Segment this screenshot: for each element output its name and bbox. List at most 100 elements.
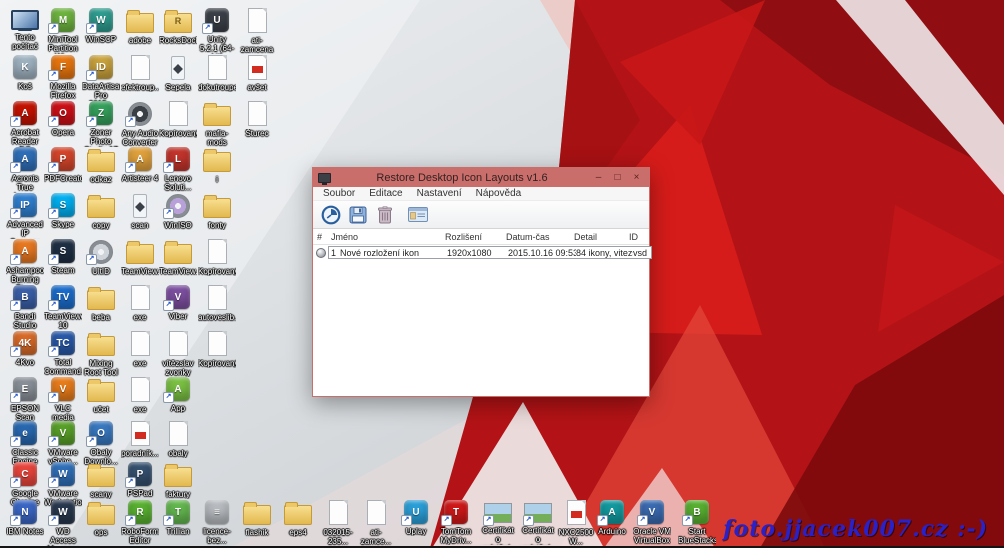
titlebar[interactable]: Restore Desktop Icon Layouts v1.6 – □ × bbox=[313, 168, 649, 187]
menu-soubor[interactable]: Soubor bbox=[316, 188, 362, 200]
desktop-icon-winiso[interactable]: ↗WinISO bbox=[159, 193, 197, 230]
desktop-icon-kopi-rovany[interactable]: Kopírovaný... bbox=[159, 101, 197, 138]
desktop-icon-skype[interactable]: S↗Skype bbox=[44, 193, 82, 229]
desktop-icon-ultid[interactable]: ↗UltID bbox=[82, 239, 120, 276]
desktop-icon-acrobat-reader-dc[interactable]: A↗Acrobat Reader DC bbox=[6, 101, 44, 147]
desktop-icon-exe[interactable]: exe bbox=[121, 285, 159, 322]
layout-details-button[interactable] bbox=[404, 203, 431, 227]
desktop-icon-unity-5-2-1-64-bit[interactable]: U↗Unity 5.2.1 (64-bit) bbox=[198, 8, 236, 54]
restore-layout-button[interactable] bbox=[317, 203, 344, 227]
desktop-icon-epson-scan[interactable]: E↗EPSON Scan bbox=[6, 377, 44, 422]
desktop-icon-winscp[interactable]: W↗WinSCP bbox=[82, 8, 120, 44]
menu-editace[interactable]: Editace bbox=[362, 188, 409, 200]
desktop-icon-obaly[interactable]: obaly bbox=[159, 421, 197, 458]
desktop-icon-zoner-photo-studio-17[interactable]: Z↗Zoner Photo Studio 17 bbox=[82, 101, 120, 147]
desktop-icon-kopi-rovany[interactable]: Kopírovaný... bbox=[198, 239, 236, 276]
desktop-icon-teamview[interactable]: TeamView... bbox=[121, 239, 159, 276]
desktop-icon-autoveslib[interactable]: autoveslib... bbox=[198, 285, 236, 322]
desktop-icon-eps4[interactable]: eps4 bbox=[279, 500, 317, 537]
desktop-icon-app[interactable]: A↗App bbox=[159, 377, 197, 413]
desktop-icon-ops[interactable]: ops bbox=[82, 500, 120, 537]
desktop-icon-licence-bez[interactable]: ≡licence-bez... bbox=[198, 500, 236, 545]
table-row[interactable]: 1Nové rozložení ikon1920x10802015.10.16 … bbox=[328, 246, 652, 259]
desktop-icon-beba[interactable]: beba bbox=[82, 285, 120, 322]
desktop-icon-dataartisan-pro-2015[interactable]: ID↗DataArtisan Pro 2015... bbox=[82, 55, 120, 101]
desktop-icon-adobe[interactable]: adobe bbox=[121, 8, 159, 45]
desktop-icon-steam[interactable]: S↗Steam bbox=[44, 239, 82, 275]
desktop-icon-pdfcreator[interactable]: P↗PDFCreator bbox=[44, 147, 82, 183]
desktop-icon-arduino[interactable]: A↗Arduino bbox=[593, 500, 631, 536]
desktop-icon-scan[interactable]: scan bbox=[121, 193, 159, 230]
desktop-icon-uplay[interactable]: U↗Uplay bbox=[397, 500, 435, 536]
desktop-icon-dokutroupe[interactable]: dokutroupe bbox=[198, 55, 236, 92]
desktop-icon-wd-access-manager[interactable]: W↗WD Access Manager bbox=[44, 500, 82, 546]
desktop-icon-ibm-notes[interactable]: N↗IBM Notes bbox=[6, 500, 44, 536]
desktop-icon-acronis-true-image-2015[interactable]: A↗Acronis True Image 2015 bbox=[6, 147, 44, 193]
column-header-rozlis-eni[interactable]: Rozlišení bbox=[445, 232, 506, 242]
save-layout-button[interactable] bbox=[344, 203, 371, 227]
desktop-icon-mozilla-firefox[interactable]: F↗Mozilla Firefox bbox=[44, 55, 82, 100]
desktop-icon-kopi-rovany[interactable]: Kopírovaný... bbox=[198, 331, 236, 368]
delete-layout-button[interactable] bbox=[371, 203, 398, 227]
desktop-icon-tento-poc-i-tac[interactable]: Tento počítač bbox=[6, 8, 44, 51]
desktop-icon-copy[interactable]: copy bbox=[82, 193, 120, 230]
desktop-icon-vmware-vsphe[interactable]: V↗VMware vSphe... bbox=[44, 421, 82, 466]
desktop-icon-trillian[interactable]: T↗Trillian bbox=[159, 500, 197, 536]
desktop-icon-teamviewer-10[interactable]: TV↗TeamViewer 10 bbox=[44, 285, 82, 330]
column-header-detail[interactable]: Detail bbox=[574, 232, 629, 242]
desktop-icon-certifika-t-o-umi-ste-ni[interactable]: ↗Certifikát o umístění... bbox=[519, 500, 557, 545]
column-header-jme-no[interactable]: Jméno bbox=[331, 232, 445, 242]
desktop-icon-faktury[interactable]: faktury bbox=[159, 462, 197, 499]
desktop-icon-teamview[interactable]: TeamView... bbox=[159, 239, 197, 276]
desktop-icon-i[interactable]: i bbox=[198, 147, 236, 184]
desktop-icon-tomtom-mydriv[interactable]: T↗TomTom MyDriv... bbox=[437, 500, 475, 545]
desktop-icon-032015-235[interactable]: 032015-235... bbox=[319, 500, 357, 546]
desktop-icon-advanced-ip-scanner[interactable]: IP↗Advanced IP Scanner bbox=[6, 193, 44, 239]
desktop-icon-ati-zamce[interactable]: ati-zamce... bbox=[357, 500, 395, 546]
desktop-icon-exe[interactable]: exe bbox=[121, 331, 159, 368]
desktop-icon-odkaz[interactable]: odkaz bbox=[82, 147, 120, 184]
desktop-icon-roboform-editor[interactable]: R↗RoboForm Editor bbox=[121, 500, 159, 545]
desktop-icon-ashampoo-burning-stu[interactable]: A↗Ashampoo Burning Stu... bbox=[6, 239, 44, 285]
desktop-icon-vi-te-zslav-zvonky[interactable]: vítězslav zvonky bbox=[159, 331, 197, 377]
column-header-datum-c-as[interactable]: Datum-čas bbox=[506, 232, 574, 242]
desktop-icon-kos[interactable]: KKoš bbox=[6, 55, 44, 91]
desktop-icon-viber[interactable]: V↗Viber bbox=[159, 285, 197, 321]
desktop-icon-mafia-mods[interactable]: mafia-mods bbox=[198, 101, 236, 147]
menu-nastaveni[interactable]: Nastavení bbox=[410, 188, 469, 200]
maximize-button[interactable]: □ bbox=[608, 169, 627, 186]
desktop-icon-classic-engine[interactable]: e↗Classic Engine bbox=[6, 421, 44, 466]
desktop-icon-vlc-media-player[interactable]: V↗VLC media player bbox=[44, 377, 82, 423]
desktop-icon-poradni-k[interactable]: poradník... bbox=[121, 421, 159, 458]
desktop-icon-minitool-partition-wi[interactable]: M↗MiniTool Partition Wi... bbox=[44, 8, 82, 54]
desktop-icon-uc-et[interactable]: učet bbox=[82, 377, 120, 414]
minimize-button[interactable]: – bbox=[589, 169, 608, 186]
desktop-icon-any-audio-converter[interactable]: ↗Any Audio Converter bbox=[121, 101, 159, 147]
column-header-[interactable]: # bbox=[317, 232, 331, 242]
desktop-icon-lenovo-soluti[interactable]: L↗Lenovo Soluti... bbox=[159, 147, 197, 192]
desktop-icon-sepela[interactable]: Sepela bbox=[159, 55, 197, 92]
desktop-icon-fonty[interactable]: fonty bbox=[198, 193, 236, 230]
desktop-icon-pspad[interactable]: P↗PSPad bbox=[121, 462, 159, 498]
desktop-icon-bandi-studio[interactable]: B↗Bandi Studio bbox=[6, 285, 44, 330]
desktop-icon-ati-zamcena[interactable]: ati-zamcena bbox=[238, 8, 276, 54]
desktop-icon-rocksdock[interactable]: RRocksDock bbox=[159, 8, 197, 45]
desktop-icon-flashik[interactable]: flashik bbox=[238, 500, 276, 537]
desktop-icon-total-command[interactable]: TC↗Total Command... bbox=[44, 331, 82, 376]
desktop-icon-artisteer-4[interactable]: A↗Artisteer 4 bbox=[121, 147, 159, 183]
desktop-icon-4kvo[interactable]: 4K↗4Kvo bbox=[6, 331, 44, 367]
desktop-icon-s-turec[interactable]: Šturec bbox=[238, 101, 276, 138]
desktop-icon-obaly-downlo[interactable]: O↗Obaly Downlo... bbox=[82, 421, 120, 466]
close-button[interactable]: × bbox=[627, 169, 646, 186]
menu-na-pove-da[interactable]: Nápověda bbox=[469, 188, 529, 200]
desktop-icon-efektroup[interactable]: efektroup... bbox=[121, 55, 159, 92]
desktop-icon-scany[interactable]: scany bbox=[82, 462, 120, 499]
desktop-icon-opera[interactable]: O↗Opera bbox=[44, 101, 82, 137]
desktop-icon-start-bluestacks[interactable]: B↗Start BlueStacks bbox=[678, 500, 716, 545]
desktop-icon-oracle-vm-virtualbox[interactable]: V↗Oracle VM VirtualBox bbox=[633, 500, 671, 545]
column-header-id[interactable]: ID bbox=[629, 232, 649, 242]
desktop-icon-mixing-root-tool[interactable]: Mixing Root Tool bbox=[82, 331, 120, 377]
desktop-icon-certifika-t-o-umi-ste-ni[interactable]: ↗Certifikát o umístění... bbox=[479, 500, 517, 545]
desktop-icon-exe[interactable]: exe bbox=[121, 377, 159, 414]
desktop-icon-avs-et[interactable]: avšet bbox=[238, 55, 276, 92]
